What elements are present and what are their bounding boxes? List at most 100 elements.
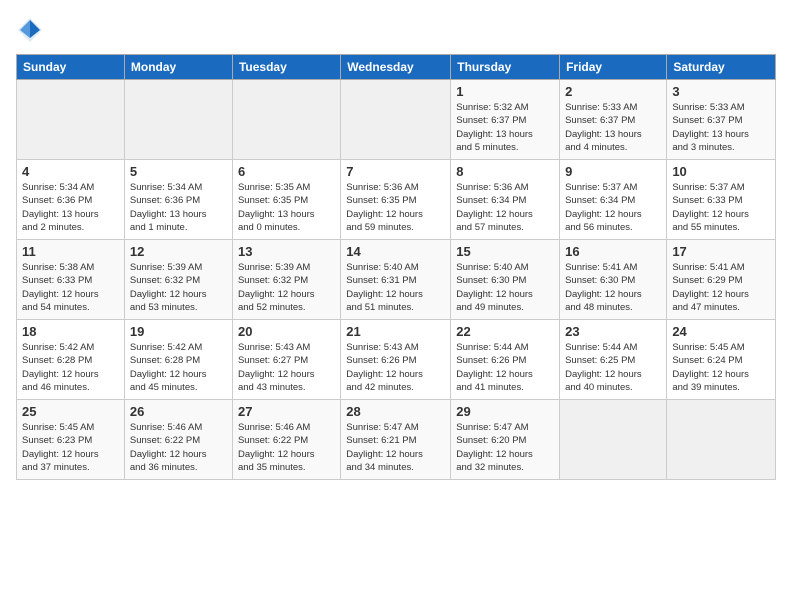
day-info: Sunrise: 5:39 AM Sunset: 6:32 PM Dayligh… bbox=[130, 261, 227, 314]
calendar-week-row: 25 Sunrise: 5:45 AM Sunset: 6:23 PM Dayli… bbox=[17, 400, 776, 480]
day-number: 5 bbox=[130, 164, 227, 179]
day-number: 28 bbox=[346, 404, 445, 419]
day-number: 8 bbox=[456, 164, 554, 179]
logo-icon bbox=[16, 16, 44, 44]
calendar-header-sunday: Sunday bbox=[17, 55, 125, 80]
day-info: Sunrise: 5:44 AM Sunset: 6:25 PM Dayligh… bbox=[565, 341, 661, 394]
calendar-cell: 20Sunrise: 5:43 AM Sunset: 6:27 PM Dayli… bbox=[232, 320, 340, 400]
calendar-cell bbox=[232, 80, 340, 160]
day-info: Sunrise: 5:47 AM Sunset: 6:21 PM Dayligh… bbox=[346, 421, 445, 474]
day-number: 4 bbox=[22, 164, 119, 179]
day-info: Sunrise: 5:44 AM Sunset: 6:26 PM Dayligh… bbox=[456, 341, 554, 394]
day-info: Sunrise: 5:33 AM Sunset: 6:37 PM Dayligh… bbox=[565, 101, 661, 154]
day-number: 11 bbox=[22, 244, 119, 259]
day-info: Sunrise: 5:36 AM Sunset: 6:35 PM Dayligh… bbox=[346, 181, 445, 234]
day-number: 2 bbox=[565, 84, 661, 99]
calendar-cell: 27 Sunrise: 5:46 AM Sunset: 6:22 PM Dayli… bbox=[232, 400, 340, 480]
day-number: 18 bbox=[22, 324, 119, 339]
day-number: 22 bbox=[456, 324, 554, 339]
day-number: 9 bbox=[565, 164, 661, 179]
calendar-header-wednesday: Wednesday bbox=[341, 55, 451, 80]
day-number: 25 bbox=[22, 404, 119, 419]
day-number: 23 bbox=[565, 324, 661, 339]
day-number: 15 bbox=[456, 244, 554, 259]
calendar-cell: 21 Sunrise: 5:43 AM Sunset: 6:26 PM Dayli… bbox=[341, 320, 451, 400]
calendar-cell bbox=[341, 80, 451, 160]
day-info: Sunrise: 5:42 AM Sunset: 6:28 PM Dayligh… bbox=[130, 341, 227, 394]
calendar-cell: 28 Sunrise: 5:47 AM Sunset: 6:21 PM Dayli… bbox=[341, 400, 451, 480]
day-number: 21 bbox=[346, 324, 445, 339]
day-info: Sunrise: 5:45 AM Sunset: 6:23 PM Dayligh… bbox=[22, 421, 119, 474]
calendar-cell: 22 Sunrise: 5:44 AM Sunset: 6:26 PM Dayli… bbox=[451, 320, 560, 400]
calendar-cell: 3 Sunrise: 5:33 AM Sunset: 6:37 PM Daylig… bbox=[667, 80, 776, 160]
calendar-week-row: 4 Sunrise: 5:34 AM Sunset: 6:36 PM Daylig… bbox=[17, 160, 776, 240]
day-number: 13 bbox=[238, 244, 335, 259]
day-number: 6 bbox=[238, 164, 335, 179]
calendar-cell bbox=[560, 400, 667, 480]
calendar-cell: 29 Sunrise: 5:47 AM Sunset: 6:20 PM Dayli… bbox=[451, 400, 560, 480]
day-info: Sunrise: 5:35 AM Sunset: 6:35 PM Dayligh… bbox=[238, 181, 335, 234]
page-header bbox=[16, 16, 776, 44]
day-info: Sunrise: 5:46 AM Sunset: 6:22 PM Dayligh… bbox=[238, 421, 335, 474]
calendar-cell: 11 Sunrise: 5:38 AM Sunset: 6:33 PM Dayli… bbox=[17, 240, 125, 320]
calendar-cell: 24Sunrise: 5:45 AM Sunset: 6:24 PM Dayli… bbox=[667, 320, 776, 400]
day-info: Sunrise: 5:47 AM Sunset: 6:20 PM Dayligh… bbox=[456, 421, 554, 474]
calendar-cell: 18 Sunrise: 5:42 AM Sunset: 6:28 PM Dayli… bbox=[17, 320, 125, 400]
calendar-cell: 16Sunrise: 5:41 AM Sunset: 6:30 PM Dayli… bbox=[560, 240, 667, 320]
day-number: 14 bbox=[346, 244, 445, 259]
calendar-cell: 15 Sunrise: 5:40 AM Sunset: 6:30 PM Dayli… bbox=[451, 240, 560, 320]
calendar-week-row: 11 Sunrise: 5:38 AM Sunset: 6:33 PM Dayli… bbox=[17, 240, 776, 320]
day-info: Sunrise: 5:38 AM Sunset: 6:33 PM Dayligh… bbox=[22, 261, 119, 314]
day-info: Sunrise: 5:45 AM Sunset: 6:24 PM Dayligh… bbox=[672, 341, 770, 394]
calendar-cell: 26 Sunrise: 5:46 AM Sunset: 6:22 PM Dayli… bbox=[124, 400, 232, 480]
day-number: 26 bbox=[130, 404, 227, 419]
day-info: Sunrise: 5:46 AM Sunset: 6:22 PM Dayligh… bbox=[130, 421, 227, 474]
calendar-cell: 6 Sunrise: 5:35 AM Sunset: 6:35 PM Daylig… bbox=[232, 160, 340, 240]
calendar-week-row: 18 Sunrise: 5:42 AM Sunset: 6:28 PM Dayli… bbox=[17, 320, 776, 400]
day-number: 12 bbox=[130, 244, 227, 259]
day-number: 29 bbox=[456, 404, 554, 419]
day-info: Sunrise: 5:43 AM Sunset: 6:26 PM Dayligh… bbox=[346, 341, 445, 394]
calendar-cell: 4 Sunrise: 5:34 AM Sunset: 6:36 PM Daylig… bbox=[17, 160, 125, 240]
calendar-cell: 25 Sunrise: 5:45 AM Sunset: 6:23 PM Dayli… bbox=[17, 400, 125, 480]
day-number: 7 bbox=[346, 164, 445, 179]
day-info: Sunrise: 5:39 AM Sunset: 6:32 PM Dayligh… bbox=[238, 261, 335, 314]
day-info: Sunrise: 5:34 AM Sunset: 6:36 PM Dayligh… bbox=[130, 181, 227, 234]
calendar-cell: 1Sunrise: 5:32 AM Sunset: 6:37 PM Daylig… bbox=[451, 80, 560, 160]
calendar-header-saturday: Saturday bbox=[667, 55, 776, 80]
day-info: Sunrise: 5:37 AM Sunset: 6:34 PM Dayligh… bbox=[565, 181, 661, 234]
calendar-cell: 8 Sunrise: 5:36 AM Sunset: 6:34 PM Daylig… bbox=[451, 160, 560, 240]
day-info: Sunrise: 5:41 AM Sunset: 6:29 PM Dayligh… bbox=[672, 261, 770, 314]
day-info: Sunrise: 5:40 AM Sunset: 6:30 PM Dayligh… bbox=[456, 261, 554, 314]
calendar-cell: 14 Sunrise: 5:40 AM Sunset: 6:31 PM Dayli… bbox=[341, 240, 451, 320]
day-number: 27 bbox=[238, 404, 335, 419]
day-info: Sunrise: 5:34 AM Sunset: 6:36 PM Dayligh… bbox=[22, 181, 119, 234]
day-info: Sunrise: 5:36 AM Sunset: 6:34 PM Dayligh… bbox=[456, 181, 554, 234]
calendar-cell: 13 Sunrise: 5:39 AM Sunset: 6:32 PM Dayli… bbox=[232, 240, 340, 320]
calendar-cell bbox=[667, 400, 776, 480]
day-info: Sunrise: 5:37 AM Sunset: 6:33 PM Dayligh… bbox=[672, 181, 770, 234]
calendar-cell: 9 Sunrise: 5:37 AM Sunset: 6:34 PM Daylig… bbox=[560, 160, 667, 240]
logo bbox=[16, 16, 48, 44]
calendar-header-monday: Monday bbox=[124, 55, 232, 80]
day-number: 20 bbox=[238, 324, 335, 339]
day-number: 3 bbox=[672, 84, 770, 99]
calendar-cell bbox=[17, 80, 125, 160]
calendar-cell: 2 Sunrise: 5:33 AM Sunset: 6:37 PM Daylig… bbox=[560, 80, 667, 160]
day-info: Sunrise: 5:42 AM Sunset: 6:28 PM Dayligh… bbox=[22, 341, 119, 394]
day-info: Sunrise: 5:40 AM Sunset: 6:31 PM Dayligh… bbox=[346, 261, 445, 314]
calendar-cell: 19Sunrise: 5:42 AM Sunset: 6:28 PM Dayli… bbox=[124, 320, 232, 400]
day-number: 10 bbox=[672, 164, 770, 179]
day-number: 1 bbox=[456, 84, 554, 99]
calendar-cell: 17Sunrise: 5:41 AM Sunset: 6:29 PM Dayli… bbox=[667, 240, 776, 320]
calendar-header-row: SundayMondayTuesdayWednesdayThursdayFrid… bbox=[17, 55, 776, 80]
day-info: Sunrise: 5:33 AM Sunset: 6:37 PM Dayligh… bbox=[672, 101, 770, 154]
calendar-week-row: 1Sunrise: 5:32 AM Sunset: 6:37 PM Daylig… bbox=[17, 80, 776, 160]
calendar-table: SundayMondayTuesdayWednesdayThursdayFrid… bbox=[16, 54, 776, 480]
calendar-header-tuesday: Tuesday bbox=[232, 55, 340, 80]
calendar-cell: 5 Sunrise: 5:34 AM Sunset: 6:36 PM Daylig… bbox=[124, 160, 232, 240]
calendar-cell: 7 Sunrise: 5:36 AM Sunset: 6:35 PM Daylig… bbox=[341, 160, 451, 240]
calendar-header-friday: Friday bbox=[560, 55, 667, 80]
calendar-cell: 10 Sunrise: 5:37 AM Sunset: 6:33 PM Dayli… bbox=[667, 160, 776, 240]
calendar-cell: 12 Sunrise: 5:39 AM Sunset: 6:32 PM Dayli… bbox=[124, 240, 232, 320]
